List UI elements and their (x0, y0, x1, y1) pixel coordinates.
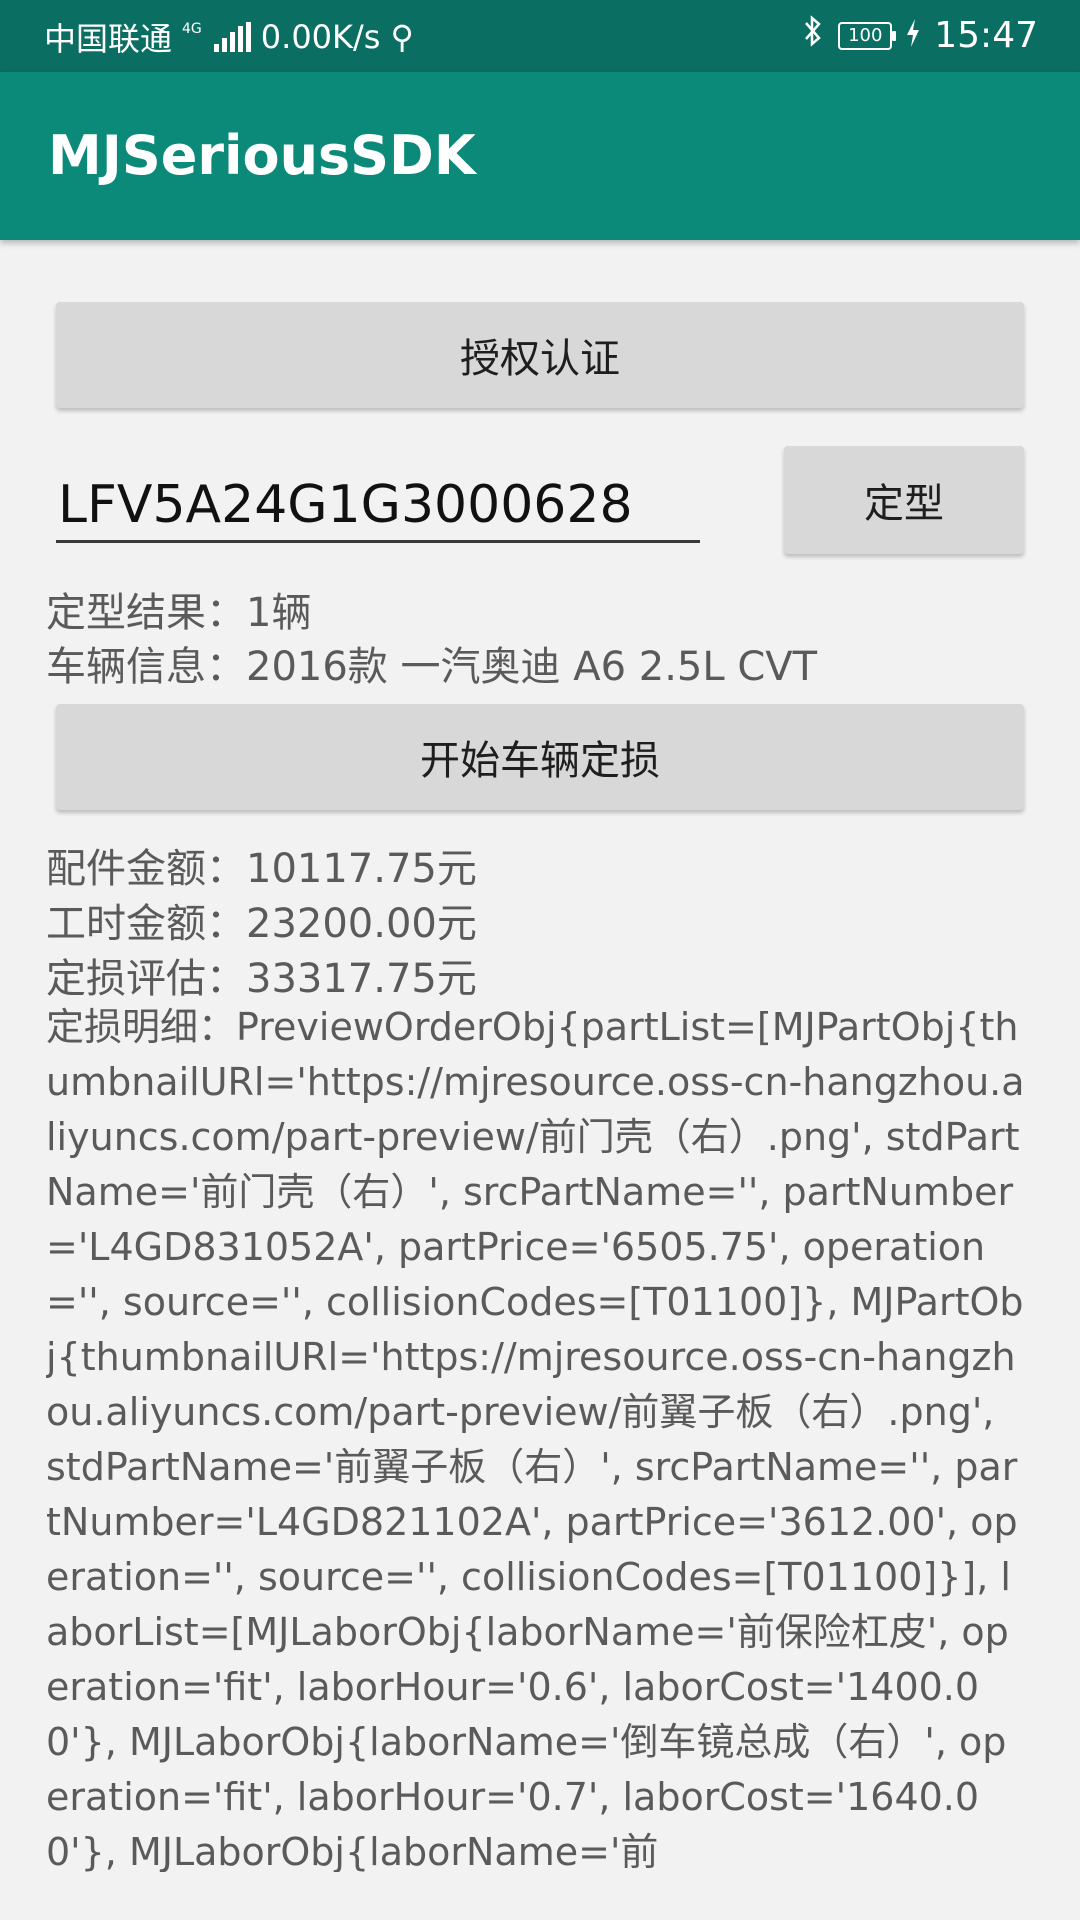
signal-icon (213, 22, 251, 52)
charging-icon (906, 15, 920, 56)
labor-amount: 工时金额：23200.00元 (46, 901, 477, 947)
usb-icon: ⚲ (390, 18, 414, 56)
start-damage-button[interactable]: 开始车辆定损 (56, 704, 1024, 810)
vehicle-info: 车辆信息：2016款 一汽奥迪 A6 2.5L CVT (46, 644, 818, 690)
parts-amount: 配件金额：10117.75元 (46, 846, 477, 892)
identify-button[interactable]: 定型 (784, 446, 1024, 554)
battery-level: 100 (848, 25, 883, 46)
auth-button[interactable]: 授权认证 (56, 302, 1024, 408)
status-bar: 中国联通 4G 0.00K/s ⚲ 100 15:47 (0, 0, 1080, 72)
damage-detail-text: 定损明细：PreviewOrderObj{partList=[MJPartObj… (46, 1005, 1025, 1872)
bluetooth-icon (802, 14, 824, 57)
carrier-name: 中国联通 (44, 20, 173, 58)
app-bar: MJSeriousSDK (0, 72, 1080, 240)
status-right: 100 15:47 (802, 14, 1038, 57)
network-type: 4G (182, 21, 202, 37)
network-speed: 0.00K/s (260, 18, 381, 56)
clock: 15:47 (934, 15, 1038, 56)
damage-estimate: 定损评估：33317.75元 (46, 956, 477, 1002)
battery-icon: 100 (838, 21, 897, 50)
app-title: MJSeriousSDK (48, 124, 476, 187)
status-left: 中国联通 4G 0.00K/s ⚲ (44, 14, 414, 60)
vin-input[interactable] (56, 470, 700, 543)
identify-result: 定型结果：1辆 (46, 590, 312, 636)
